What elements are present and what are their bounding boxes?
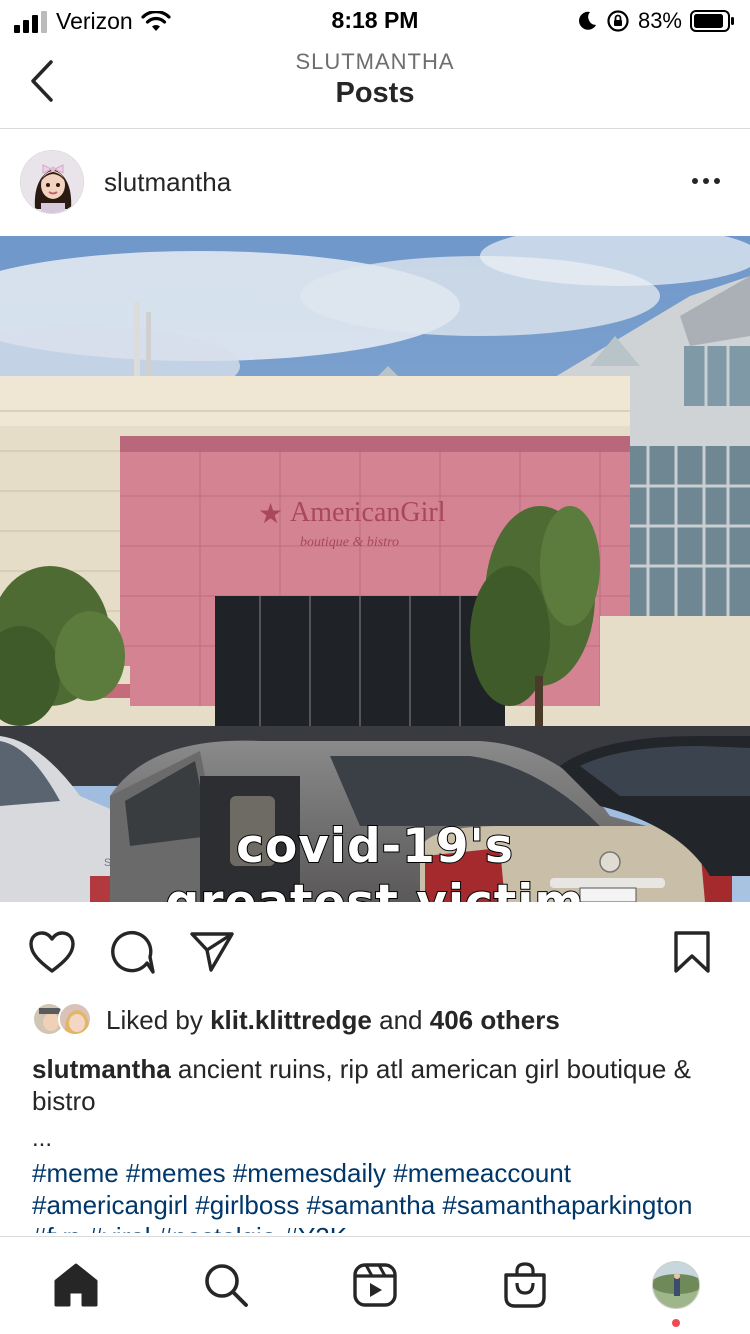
image-caption-line-1: covid-19's	[235, 818, 514, 875]
liker-username[interactable]: klit.klittredge	[210, 1005, 372, 1035]
post-caption: slutmantha ancient ruins, rip atl americ…	[32, 1053, 722, 1117]
caption-username[interactable]: slutmantha	[32, 1054, 171, 1084]
liker-avatars	[32, 1002, 94, 1038]
nav-header: SLUTMANTHA Posts	[0, 42, 750, 129]
shop-icon	[504, 1262, 546, 1308]
store-sign-subtext: boutique & bistro	[300, 535, 399, 550]
more-horizontal-icon-dot	[714, 178, 720, 184]
reels-icon	[353, 1263, 397, 1307]
likes-middle: and	[371, 1004, 430, 1035]
tab-reels[interactable]	[349, 1259, 401, 1311]
heart-icon	[29, 931, 75, 973]
moon-icon	[579, 11, 596, 30]
more-horizontal-icon-dot	[703, 178, 709, 184]
likes-text: Liked by klit.klittredge and 406 others	[106, 1005, 560, 1036]
bottom-tab-bar	[0, 1236, 750, 1334]
post-header: slutmantha	[0, 130, 750, 236]
store-sign-star: ★	[258, 497, 283, 530]
profile-avatar-image	[653, 1262, 699, 1308]
likes-others[interactable]: 406 others	[430, 1005, 560, 1035]
likes-prefix: Liked by	[106, 1004, 211, 1035]
search-icon	[205, 1264, 248, 1307]
tab-shop[interactable]	[499, 1259, 551, 1311]
home-icon	[54, 1263, 98, 1307]
store-sign-text: AmericanGirl	[290, 497, 446, 528]
likes-row[interactable]: Liked by klit.klittredge and 406 others	[32, 1000, 560, 1040]
liker-avatar	[58, 1002, 92, 1036]
bookmark-icon	[674, 931, 710, 973]
post-username[interactable]: slutmantha	[104, 167, 231, 198]
status-right: 83%	[576, 8, 736, 34]
caption-more[interactable]: ...	[32, 1125, 52, 1153]
more-options-button[interactable]	[688, 166, 724, 196]
battery-icon	[690, 10, 734, 32]
mall-photo: AmericanGirl ★ boutique & bistro SONATA	[0, 236, 750, 902]
share-button[interactable]	[188, 928, 236, 976]
caption-hashtags[interactable]: #meme #memes #memesdaily #memeaccount #a…	[32, 1157, 732, 1233]
tab-profile[interactable]	[652, 1261, 700, 1309]
liker-avatar-image	[60, 1004, 90, 1034]
comment-button[interactable]	[108, 928, 156, 976]
post-image[interactable]: AmericanGirl ★ boutique & bistro SONATA	[0, 236, 750, 902]
image-caption-line-2: greatest victim	[0, 874, 750, 902]
page-title: Posts	[335, 77, 415, 109]
rotation-lock-icon	[607, 10, 629, 32]
save-button[interactable]	[668, 928, 716, 976]
comment-icon	[111, 930, 155, 974]
status-bar: Verizon 8:18 PM 83%	[0, 0, 750, 42]
like-button[interactable]	[28, 928, 76, 976]
image-caption-overlay: covid-19's greatest victim	[0, 818, 750, 902]
send-icon	[190, 932, 234, 972]
post-actions	[0, 902, 750, 998]
battery-percent: 83%	[637, 8, 682, 33]
doll-avatar-image	[21, 151, 83, 213]
notification-dot	[672, 1319, 680, 1327]
more-horizontal-icon	[692, 178, 698, 184]
account-label: SLUTMANTHA	[295, 49, 455, 74]
tab-search[interactable]	[200, 1259, 252, 1311]
tab-home[interactable]	[50, 1259, 102, 1311]
avatar[interactable]	[20, 150, 84, 214]
